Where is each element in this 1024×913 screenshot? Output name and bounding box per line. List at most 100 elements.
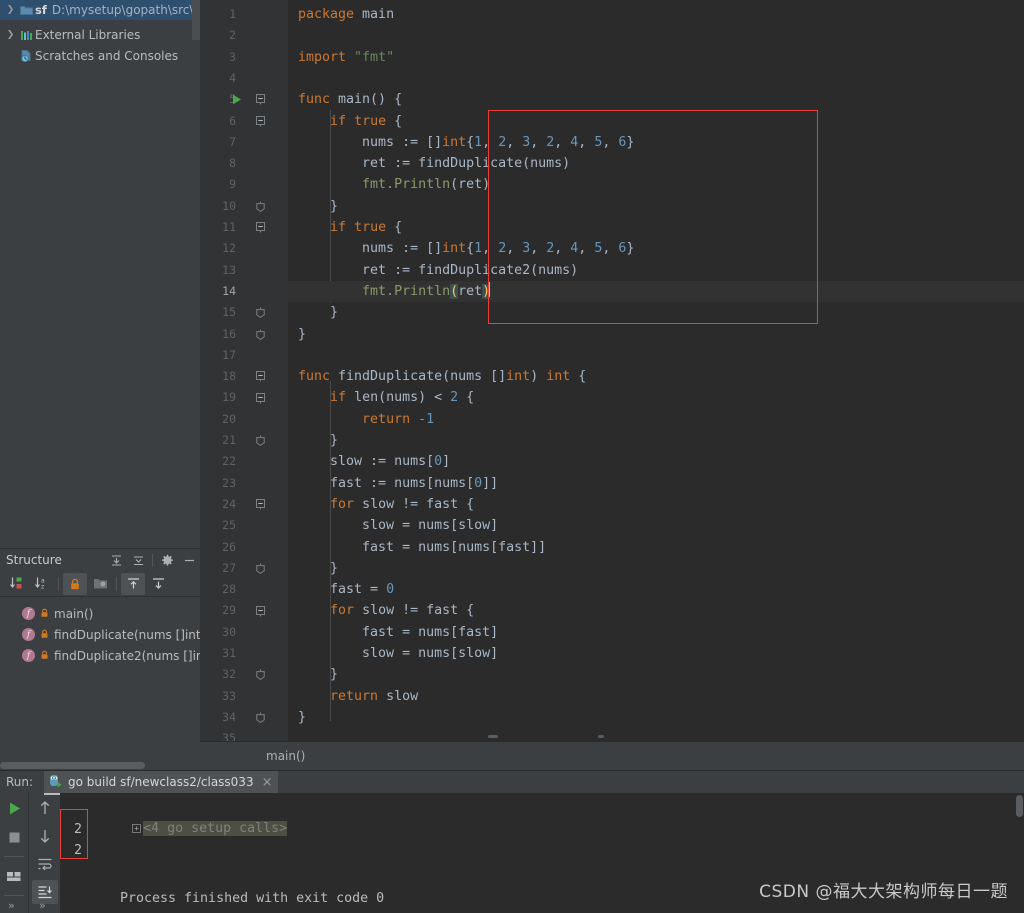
run-icon[interactable] — [1, 796, 27, 820]
editor-horizontal-scrollbar[interactable] — [488, 735, 672, 740]
code-line[interactable] — [288, 345, 1024, 366]
code-fold-toggle[interactable] — [255, 302, 266, 323]
more-options-icon[interactable]: » — [8, 899, 15, 912]
settings-gear-icon[interactable] — [156, 550, 178, 570]
tree-item-scratches-and-consoles[interactable]: ❯ Scratches and Consoles — [0, 46, 200, 66]
code-line[interactable]: ret := findDuplicate(nums) — [288, 153, 1024, 174]
code-line[interactable]: slow := nums[0] — [288, 451, 1024, 472]
close-icon[interactable]: × — [262, 775, 273, 790]
code-token: fast = — [298, 582, 387, 598]
console-scrollbar[interactable] — [1016, 795, 1023, 817]
down-arrow-icon[interactable] — [32, 824, 58, 848]
code-line[interactable]: fmt.Println(ret) — [288, 174, 1024, 195]
code-fold-toggle[interactable] — [255, 707, 266, 728]
code-token: fmt.Println — [298, 177, 451, 193]
code-token: } — [298, 560, 339, 576]
code-fold-toggle[interactable] — [255, 366, 266, 387]
expand-all-icon[interactable] — [105, 550, 127, 570]
collapse-all-icon[interactable] — [127, 550, 149, 570]
chevron-right-icon[interactable]: ❯ — [4, 0, 17, 20]
code-content[interactable]: package main import "fmt" func main() { if… — [288, 0, 1024, 741]
code-line[interactable]: slow = nums[slow] — [288, 515, 1024, 536]
code-fold-toggle[interactable] — [255, 600, 266, 621]
run-tab[interactable]: go build sf/newclass2/class033 × — [44, 771, 279, 793]
structure-item-findduplicate2[interactable]: f findDuplicate2(nums []int — [0, 645, 200, 666]
stop-icon[interactable] — [1, 825, 27, 849]
code-line[interactable]: return slow — [288, 686, 1024, 707]
code-fold-toggle[interactable] — [255, 664, 266, 685]
chevron-right-icon[interactable]: ❯ — [4, 25, 17, 45]
tree-item-sf[interactable]: ❯ sf D:\mysetup\gopath\src\ — [0, 0, 200, 20]
code-line[interactable]: } — [288, 302, 1024, 323]
structure-toolbar: a z — [0, 571, 200, 597]
code-line[interactable] — [288, 68, 1024, 89]
code-line[interactable]: } — [288, 558, 1024, 579]
code-fold-toggle[interactable] — [255, 430, 266, 451]
scroll-from-source-icon[interactable] — [121, 572, 145, 595]
code-line[interactable]: nums := []int{1, 2, 3, 2, 4, 5, 6} — [288, 132, 1024, 153]
hide-panel-icon[interactable] — [178, 550, 200, 570]
tree-item-external-libraries[interactable]: ❯ External Libraries — [0, 25, 200, 45]
sort-by-visibility-icon[interactable] — [5, 573, 29, 595]
layout-icon[interactable] — [1, 864, 27, 888]
code-fold-toggle[interactable] — [255, 324, 266, 345]
scroll-to-source-icon[interactable] — [146, 573, 170, 595]
code-line[interactable]: if true { — [288, 111, 1024, 132]
code-token: int — [506, 369, 531, 385]
structure-item-main[interactable]: f main() — [0, 603, 200, 624]
code-fold-toggle[interactable] — [255, 196, 266, 217]
expand-plus-icon[interactable]: + — [132, 824, 142, 833]
code-line[interactable]: fmt.Println(ret) — [288, 280, 1024, 303]
project-tree-panel[interactable]: ❯ sf D:\mysetup\gopath\src\ ❯ External L… — [0, 0, 200, 548]
code-line[interactable]: } — [288, 196, 1024, 217]
code-token: } — [298, 198, 339, 214]
code-token: 1 — [474, 241, 483, 257]
line-number: 31 — [222, 646, 236, 660]
show-non-public-lock-icon[interactable] — [63, 572, 87, 595]
code-token: func — [298, 92, 339, 108]
code-fold-toggle[interactable] — [255, 558, 266, 579]
code-line[interactable]: if len(nums) < 2 { — [288, 387, 1024, 408]
soft-wrap-icon[interactable] — [32, 852, 58, 876]
code-line[interactable]: func findDuplicate(nums []int) int { — [288, 366, 1024, 387]
code-line[interactable]: } — [288, 324, 1024, 345]
breadcrumb[interactable]: main() — [200, 741, 1024, 770]
code-fold-toggle[interactable] — [255, 494, 266, 515]
code-line[interactable]: for slow != fast { — [288, 600, 1024, 621]
up-arrow-icon[interactable] — [32, 796, 58, 820]
structure-horizontal-scrollbar[interactable] — [0, 761, 190, 770]
code-line[interactable]: slow = nums[slow] — [288, 643, 1024, 664]
code-line[interactable]: } — [288, 664, 1024, 685]
code-line[interactable]: if true { — [288, 217, 1024, 238]
code-line[interactable] — [288, 25, 1024, 46]
code-editor[interactable]: 1 2 3 4 5 6 7 8 9 10 11 12 13 14 15 16 17 18 19 20 21 22 23 24 2… — [200, 0, 1024, 741]
code-line[interactable]: for slow != fast { — [288, 494, 1024, 515]
structure-item-findduplicate[interactable]: f findDuplicate(nums []int) — [0, 624, 200, 645]
code-line[interactable]: fast = nums[fast] — [288, 622, 1024, 643]
editor-gutter[interactable]: 1 2 3 4 5 6 7 8 9 10 11 12 13 14 15 16 17 18 19 20 21 22 23 24 2… — [200, 0, 288, 741]
code-line[interactable]: fast := nums[nums[0]] — [288, 473, 1024, 494]
code-line[interactable]: return -1 — [288, 409, 1024, 430]
code-fold-toggle[interactable] — [255, 387, 266, 408]
code-fold-toggle[interactable] — [255, 111, 266, 132]
code-line[interactable]: import "fmt" — [288, 47, 1024, 68]
code-line[interactable]: } — [288, 707, 1024, 728]
code-line[interactable]: ret := findDuplicate2(nums) — [288, 260, 1024, 281]
structure-list[interactable]: f main() f findDuplicate(nums []int) f f… — [0, 597, 200, 666]
code-line[interactable]: fast = 0 — [288, 579, 1024, 600]
group-folder-icon[interactable] — [88, 573, 112, 595]
code-fold-toggle[interactable] — [255, 217, 266, 238]
sort-alphabetically-icon[interactable]: a z — [30, 573, 54, 595]
code-line[interactable]: func main() { — [288, 89, 1024, 110]
code-line[interactable]: package main — [288, 4, 1024, 25]
code-line[interactable]: nums := []int{1, 2, 3, 2, 4, 5, 6} — [288, 238, 1024, 259]
code-line[interactable]: } — [288, 430, 1024, 451]
code-line[interactable]: fast = nums[nums[fast]] — [288, 537, 1024, 558]
more-options-icon[interactable]: » — [39, 899, 46, 912]
console-setup-calls-line[interactable]: + <4 go setup calls> — [68, 797, 288, 836]
code-fold-toggle[interactable] — [255, 89, 266, 110]
project-tree-scrollbar[interactable] — [192, 0, 200, 40]
line-number: 14 — [222, 283, 236, 298]
run-gutter-icon[interactable] — [230, 89, 244, 110]
code-token: -1 — [418, 411, 435, 427]
